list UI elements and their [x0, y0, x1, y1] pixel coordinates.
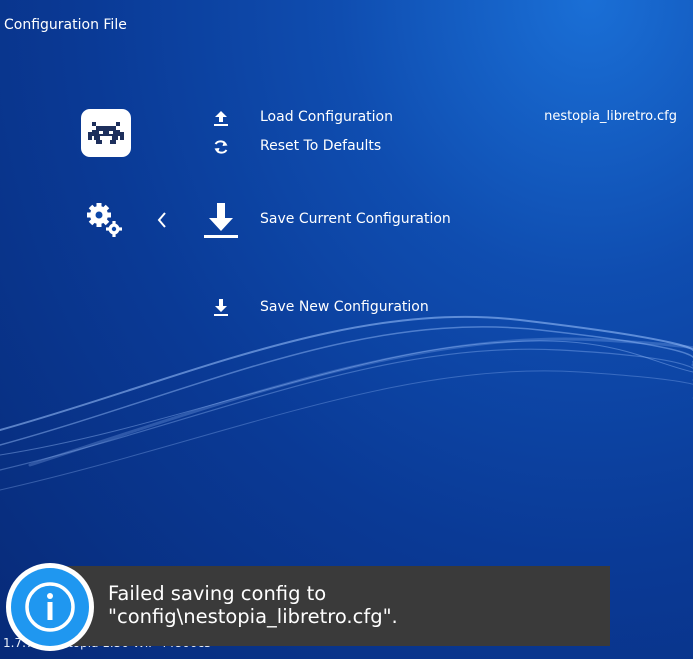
- gear-icon[interactable]: [86, 200, 124, 238]
- menu-item-save-new-configuration[interactable]: Save New Configuration: [260, 299, 429, 315]
- notification-toast: Failed saving config to "config\nestopia…: [54, 566, 610, 646]
- refresh-icon: [214, 140, 228, 154]
- download-icon: [214, 299, 228, 316]
- chevron-left-icon[interactable]: [154, 209, 170, 231]
- notification-message: Failed saving config to "config\nestopia…: [108, 582, 398, 628]
- notification-message-line1: Failed saving config to: [108, 582, 327, 605]
- menu-item-load-configuration[interactable]: Load Configuration: [260, 109, 393, 125]
- page-title: Configuration File: [4, 17, 127, 33]
- menu-item-reset-to-defaults[interactable]: Reset To Defaults: [260, 138, 381, 154]
- notification-message-line2: "config\nestopia_libretro.cfg".: [108, 605, 398, 628]
- config-filename-value: nestopia_libretro.cfg: [544, 109, 677, 124]
- info-icon: [6, 563, 94, 651]
- retroarch-invader-icon[interactable]: [81, 109, 131, 157]
- background-wave: [0, 315, 693, 491]
- upload-icon: [214, 111, 228, 126]
- menu-item-save-current-configuration[interactable]: Save Current Configuration: [260, 211, 451, 227]
- download-icon: [204, 203, 238, 238]
